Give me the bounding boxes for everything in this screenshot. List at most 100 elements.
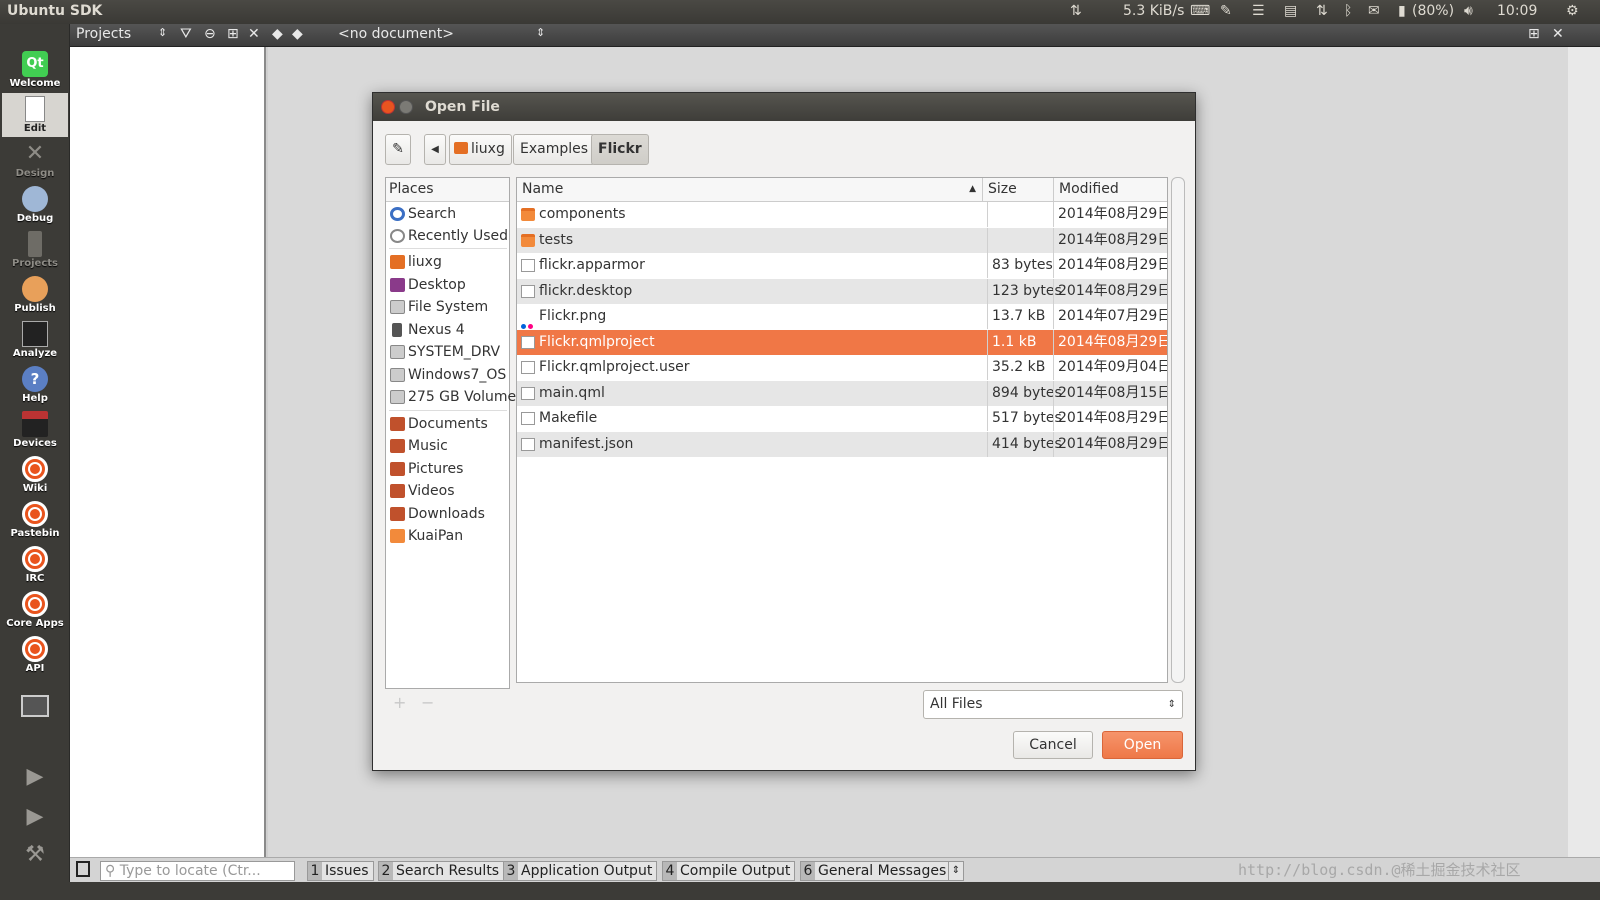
network-icon[interactable]: ⇅ xyxy=(1316,3,1328,19)
file-row[interactable]: main.qml 894 bytes 2014年08月15日 xyxy=(517,380,1167,406)
place-275gb-volume[interactable]: 275 GB Volume xyxy=(387,386,516,408)
clipboard-icon[interactable]: ▤ xyxy=(1284,3,1297,19)
link-icon[interactable]: ⊖ xyxy=(204,26,216,42)
tab-general-messages[interactable]: 6 General Messages xyxy=(800,861,952,881)
place-liuxg[interactable]: liuxg xyxy=(387,251,509,273)
kit-selector[interactable] xyxy=(2,692,68,736)
mode-help[interactable]: ? Help xyxy=(2,363,68,407)
mode-irc[interactable]: IRC xyxy=(2,543,68,587)
run-button[interactable]: ▶ xyxy=(2,764,68,808)
keyboard-icon[interactable]: ⌨ xyxy=(1190,3,1210,19)
file-row[interactable]: manifest.json 414 bytes 2014年08月29日 xyxy=(517,431,1167,457)
power-gear-icon[interactable]: ⚙ xyxy=(1566,3,1579,19)
downloads-folder-icon xyxy=(390,507,405,521)
mode-api[interactable]: API xyxy=(2,633,68,677)
place-kuaipan[interactable]: KuaiPan xyxy=(387,525,509,547)
file-type-filter[interactable]: All Files ⇕ xyxy=(923,690,1183,719)
place-downloads[interactable]: Downloads xyxy=(387,503,509,525)
places-sidebar: Places Search Recently Used liuxg Deskto… xyxy=(385,177,516,689)
file-row[interactable]: tests 2014年08月29日 xyxy=(517,227,1167,253)
project-tree-panel xyxy=(70,47,266,857)
back-arrow-icon[interactable]: ◆ xyxy=(272,26,283,42)
mode-wiki[interactable]: Wiki xyxy=(2,453,68,497)
drive-icon xyxy=(390,300,405,314)
flickr-image-icon xyxy=(521,313,535,329)
file-row[interactable]: Flickr.qmlproject.user 35.2 kB 2014年09月04日 xyxy=(517,355,1167,381)
hammer-icon: ⚒ xyxy=(25,842,45,867)
file-list-scrollbar[interactable] xyxy=(1171,177,1185,683)
tab-issues[interactable]: 1 Issues xyxy=(307,861,374,881)
drive-icon xyxy=(390,368,405,382)
tab-search-results[interactable]: 2 Search Results xyxy=(378,861,505,881)
mode-analyze[interactable]: Analyze xyxy=(2,318,68,362)
pen-icon[interactable]: ✎ xyxy=(1220,3,1232,19)
split-icon[interactable]: ⊞ xyxy=(227,26,239,42)
monitor-icon xyxy=(21,695,49,717)
network-transfer-icon[interactable]: ⇅ xyxy=(1070,3,1082,19)
ubuntu-icon xyxy=(22,456,48,482)
file-row-selected[interactable]: Flickr.qmlproject 1.1 kB 2014年08月29日 xyxy=(517,329,1167,355)
place-documents[interactable]: Documents xyxy=(387,413,509,435)
file-row[interactable]: Flickr.png 13.7 kB 2014年07月29日 xyxy=(517,304,1167,330)
minimize-window-icon[interactable] xyxy=(399,100,413,114)
file-row[interactable]: Makefile 517 bytes 2014年08月29日 xyxy=(517,406,1167,432)
column-name[interactable]: Name ▲ xyxy=(517,178,983,202)
mode-design[interactable]: ✕ Design xyxy=(2,138,68,182)
build-button[interactable]: ⚒ xyxy=(2,842,68,886)
filter-icon[interactable]: ⛛ xyxy=(180,26,192,42)
more-tabs-button[interactable]: ⇕ xyxy=(948,861,964,881)
close-window-icon[interactable] xyxy=(381,100,395,114)
cancel-button[interactable]: Cancel xyxy=(1013,731,1093,759)
column-size[interactable]: Size xyxy=(983,178,1054,202)
place-pictures[interactable]: Pictures xyxy=(387,458,509,480)
place-windows7-os[interactable]: Windows7_OS xyxy=(387,364,509,386)
document-selector[interactable]: <no document> xyxy=(338,26,454,42)
file-row[interactable]: components 2014年08月29日 xyxy=(517,202,1167,228)
place-nexus-4[interactable]: Nexus 4 xyxy=(387,319,509,341)
mode-projects[interactable]: Projects xyxy=(2,228,68,272)
volume-icon[interactable]: 🔊︎ xyxy=(1464,3,1473,19)
place-search[interactable]: Search xyxy=(387,203,509,225)
place-file-system[interactable]: File System xyxy=(387,296,509,318)
desktop-icon xyxy=(390,278,405,292)
remove-place-button[interactable]: − xyxy=(421,693,434,712)
place-videos[interactable]: Videos xyxy=(387,480,509,502)
clock[interactable]: 10:09 xyxy=(1497,3,1537,19)
close-editor-icon[interactable]: ✕ xyxy=(1552,26,1564,42)
mode-pastebin[interactable]: Pastebin xyxy=(2,498,68,542)
mode-debug[interactable]: Debug xyxy=(2,183,68,227)
place-desktop[interactable]: Desktop xyxy=(387,274,509,296)
mode-edit[interactable]: Edit xyxy=(2,93,68,137)
open-button[interactable]: Open xyxy=(1102,731,1183,759)
type-location-button[interactable]: ✎ xyxy=(385,134,411,165)
split-view-icon[interactable]: ⊞ xyxy=(1528,26,1540,42)
toggle-sidebar-icon[interactable] xyxy=(76,861,90,877)
place-recently-used[interactable]: Recently Used xyxy=(387,225,509,247)
file-row[interactable]: flickr.apparmor 83 bytes 2014年08月29日 xyxy=(517,253,1167,279)
place-music[interactable]: Music xyxy=(387,435,509,457)
tab-compile-output[interactable]: 4 Compile Output xyxy=(662,861,796,881)
file-row[interactable]: flickr.desktop 123 bytes 2014年08月29日 xyxy=(517,278,1167,304)
open-file-dialog: Open File ✎ ◀ liuxg Examples Flickr Plac… xyxy=(372,92,1196,771)
mode-publish[interactable]: Publish xyxy=(2,273,68,317)
breadcrumb-examples[interactable]: Examples xyxy=(513,134,596,165)
path-back-button[interactable]: ◀ xyxy=(424,134,446,165)
mode-devices[interactable]: Devices xyxy=(2,408,68,452)
mode-welcome[interactable]: Qt Welcome xyxy=(2,48,68,92)
tab-application-output[interactable]: 3 Application Output xyxy=(503,861,658,881)
column-modified[interactable]: Modified xyxy=(1054,178,1167,202)
mode-core-apps[interactable]: Core Apps xyxy=(2,588,68,632)
projects-selector[interactable]: Projects xyxy=(76,26,131,42)
forward-arrow-icon[interactable]: ◆ xyxy=(292,26,303,42)
bluetooth-icon[interactable]: ᛒ xyxy=(1344,3,1352,19)
mail-icon[interactable]: ✉ xyxy=(1368,3,1380,19)
add-place-button[interactable]: + xyxy=(393,693,406,712)
menu-list-icon[interactable]: ☰ xyxy=(1252,3,1265,19)
battery-icon[interactable]: ▮ xyxy=(1398,3,1406,19)
breadcrumb-flickr[interactable]: Flickr xyxy=(591,134,649,165)
place-system-drv[interactable]: SYSTEM_DRV xyxy=(387,341,509,363)
locate-input[interactable]: ⚲ Type to locate (Ctr... xyxy=(100,861,295,881)
close-icon[interactable]: ✕ xyxy=(248,26,260,42)
breadcrumb-liuxg[interactable]: liuxg xyxy=(449,134,512,165)
project-file-icon xyxy=(521,335,535,349)
